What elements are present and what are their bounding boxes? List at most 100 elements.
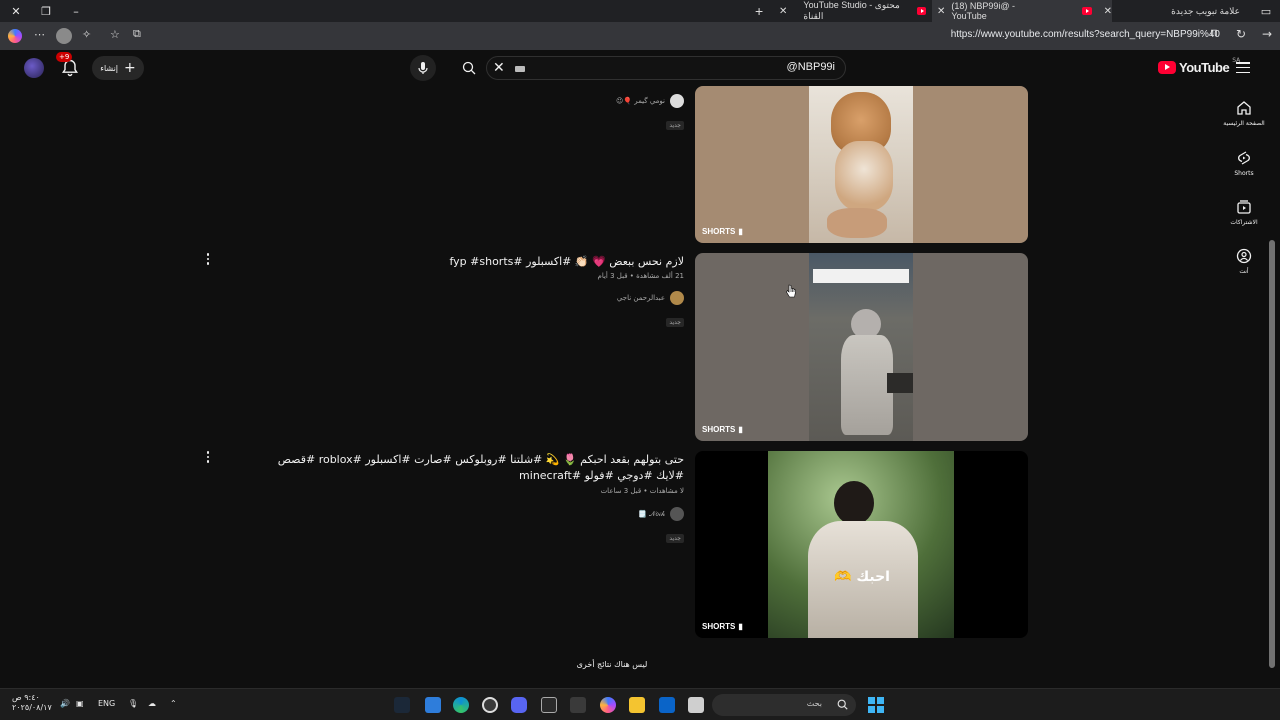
guide-item-home[interactable]: الصفحة الرئيسية [1222, 100, 1266, 127]
thumbnail-frame [809, 86, 913, 243]
close-window-icon[interactable]: ✕ [8, 3, 24, 19]
close-tab-icon[interactable]: ✕ [779, 6, 787, 17]
create-button[interactable]: إنشاء + [92, 56, 144, 80]
close-tab-icon[interactable]: ✕ [937, 6, 945, 17]
channel-name[interactable]: 𝒩𝑜𝒾𝒽 🗒️ [638, 510, 665, 519]
forward-icon[interactable]: → [1262, 27, 1272, 41]
tab-new-tab[interactable]: علامة تبويب جديدة [1140, 0, 1240, 22]
split-screen-icon[interactable]: ⧉ [133, 27, 141, 41]
clock[interactable]: ٩:٤٠ ص ٢٠٢٥/٠٨/١٧ [12, 693, 52, 713]
refresh-icon[interactable]: ↻ [1236, 27, 1246, 41]
tab-title: (18) NBP99i@ - YouTube [951, 1, 1016, 21]
copilot-icon[interactable] [600, 697, 616, 713]
start-button[interactable] [868, 697, 884, 713]
channel-link[interactable]: 𝒩𝑜𝒾𝒽 🗒️ [638, 507, 684, 521]
video-metadata: 21 ألف مشاهدة • قبل 3 أيام [597, 272, 684, 280]
url-field[interactable]: https://www.youtube.com/results?search_q… [951, 29, 1220, 40]
shorts-icon [1238, 151, 1250, 165]
notifications-button[interactable]: +9 [56, 52, 80, 78]
hand-cursor-icon [786, 284, 796, 298]
onedrive-icon[interactable]: ☁ [148, 699, 156, 708]
channel-avatar[interactable] [670, 507, 684, 521]
new-badge: جديد [666, 121, 684, 130]
more-actions-icon[interactable] [204, 253, 212, 267]
tab-youtube-studio[interactable]: ✕ YouTube Studio - محتوى القناة [776, 0, 926, 22]
video-title[interactable]: لازم نحس ببعض 💗 👏🏻 #اكسبلور #fyp #shorts [449, 254, 684, 270]
guide-item-shorts[interactable]: Shorts [1222, 150, 1266, 177]
home-icon [1237, 101, 1251, 115]
channel-avatar[interactable] [670, 94, 684, 108]
voice-search-button[interactable] [410, 55, 436, 81]
epic-games-icon[interactable] [541, 697, 557, 713]
address-bar: ⋯ ✧ ☆ ⧉ https://www.youtube.com/results?… [0, 22, 1280, 50]
tab-title: YouTube Studio - محتوى القناة [803, 0, 900, 21]
facebook-icon[interactable] [425, 697, 441, 713]
microphone-icon[interactable]: 🎙 [128, 699, 138, 708]
clear-search-icon[interactable]: ✕ [493, 60, 505, 76]
guide-menu-button[interactable] [1236, 62, 1250, 74]
restore-window-icon[interactable]: ❐ [38, 3, 54, 19]
video-thumbnail[interactable]: SHORTS ▮ [695, 86, 1028, 243]
youtube-favicon-icon [1082, 7, 1092, 15]
shorts-label: SHORTS [702, 227, 736, 236]
network-icon[interactable]: ▣ [76, 699, 84, 708]
keyboard-icon[interactable] [515, 66, 525, 72]
you-icon [1236, 248, 1252, 264]
shorts-label: SHORTS [702, 425, 736, 434]
youtube-studio-favicon-icon [916, 7, 926, 15]
close-tab-icon[interactable]: ✕ [1104, 6, 1112, 17]
channel-link[interactable]: عبدالرحمن ناجي [617, 291, 684, 305]
shorts-icon: ▮ [738, 425, 743, 434]
star-icon[interactable]: ☆ [110, 28, 120, 41]
copilot-icon[interactable] [8, 29, 22, 43]
steam-icon[interactable] [394, 697, 410, 713]
tab-youtube-active[interactable]: ✕ (18) NBP99i@ - YouTube ✕ [932, 0, 1112, 22]
lock-icon: ⊓ [1210, 28, 1218, 39]
taskbar-search-box[interactable]: بحث [712, 694, 856, 716]
app-icon[interactable] [482, 697, 498, 713]
video-metadata: لا مشاهدات • قبل 3 ساعات [600, 487, 684, 495]
guide-label: الاشتراكات [1230, 219, 1258, 226]
more-actions-icon[interactable] [204, 451, 212, 465]
channel-name[interactable]: عبدالرحمن ناجي [617, 294, 665, 302]
edge-browser-icon[interactable] [453, 697, 469, 713]
file-explorer-icon[interactable] [629, 697, 645, 713]
guide-item-you[interactable]: أنت [1222, 248, 1266, 275]
channel-link[interactable]: نومي گيمر 🎈😉 [616, 94, 684, 108]
more-options-icon[interactable]: ⋯ [34, 28, 45, 41]
shorts-icon: ▮ [738, 622, 743, 631]
discord-icon[interactable] [511, 697, 527, 713]
search-icon [462, 61, 476, 75]
channel-name[interactable]: نومي گيمر 🎈😉 [616, 97, 665, 105]
input-language[interactable]: ENG [98, 699, 115, 708]
new-badge: جديد [666, 318, 684, 327]
task-view-icon[interactable] [688, 697, 704, 713]
subscriptions-icon [1237, 200, 1251, 214]
guide-label: أنت [1239, 268, 1249, 275]
account-avatar[interactable] [24, 58, 44, 78]
youtube-logo[interactable]: YouTube SA [1158, 57, 1240, 75]
tab-actions-icon[interactable]: ▭ [1258, 3, 1274, 19]
person-hair-image [834, 481, 874, 525]
minimize-window-icon[interactable]: – [68, 3, 84, 19]
volume-icon[interactable]: 🔊 [60, 699, 70, 708]
favorites-icon[interactable]: ✧ [82, 28, 91, 41]
hand-image [827, 208, 887, 238]
channel-avatar[interactable] [670, 291, 684, 305]
new-tab-button[interactable]: + [752, 0, 772, 22]
clock-time: ٩:٤٠ ص [12, 693, 40, 702]
profile-avatar[interactable] [56, 28, 72, 44]
search-input[interactable]: ✕ @NBP99i [486, 56, 846, 80]
video-thumbnail[interactable]: احبك 🫶 SHORTS ▮ [695, 451, 1028, 638]
notification-count-badge: +9 [56, 52, 73, 62]
video-thumbnail[interactable]: SHORTS ▮ [695, 253, 1028, 441]
show-hidden-icons-icon[interactable]: ⌃ [170, 699, 177, 708]
search-icon [837, 699, 848, 710]
scrollbar-thumb[interactable] [1269, 240, 1275, 668]
youtube-play-logo-icon [1158, 61, 1176, 74]
microsoft-store-icon[interactable] [570, 697, 586, 713]
search-button[interactable] [454, 56, 484, 80]
guide-item-subscriptions[interactable]: الاشتراكات [1222, 199, 1266, 226]
video-title[interactable]: حتى بتولهم بقعد احبكم 🌷 💫 #شلتنا #روبلوك… [254, 452, 684, 484]
outlook-icon[interactable] [659, 697, 675, 713]
